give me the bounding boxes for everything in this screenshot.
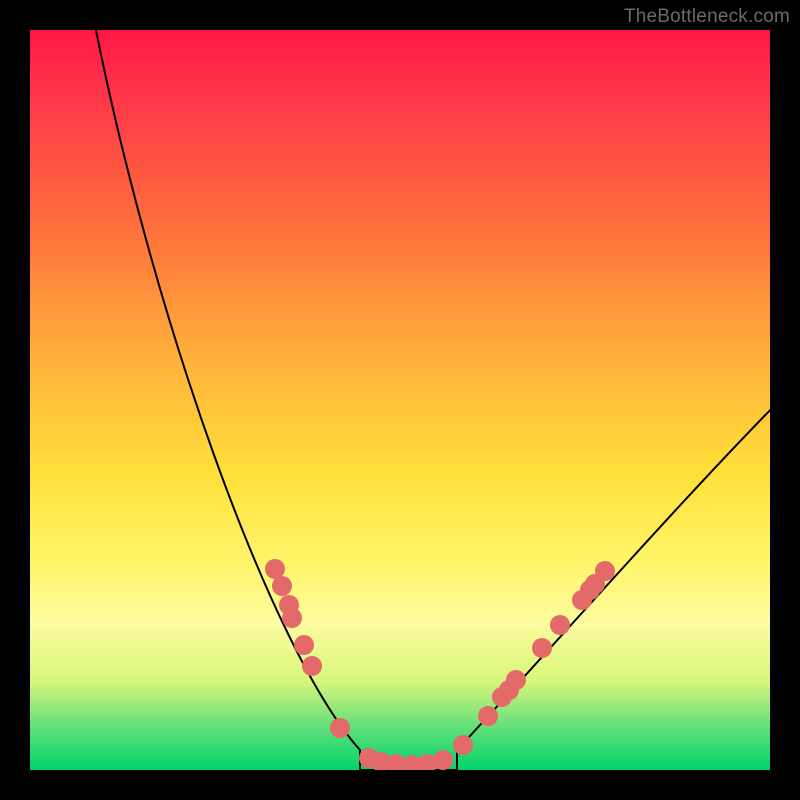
data-dot (506, 670, 526, 690)
data-dot (302, 656, 322, 676)
chart-frame (30, 30, 770, 770)
data-dot (282, 608, 302, 628)
curve-svg (30, 30, 770, 770)
data-dot (272, 576, 292, 596)
data-dot (453, 735, 473, 755)
bottleneck-curve (92, 30, 770, 770)
data-dot (595, 561, 615, 581)
data-dot (478, 706, 498, 726)
data-dots (265, 559, 615, 770)
data-dot (330, 718, 350, 738)
data-dot (532, 638, 552, 658)
data-dot (294, 635, 314, 655)
data-dot (433, 750, 453, 770)
watermark-text: TheBottleneck.com (624, 6, 790, 28)
data-dot (550, 615, 570, 635)
